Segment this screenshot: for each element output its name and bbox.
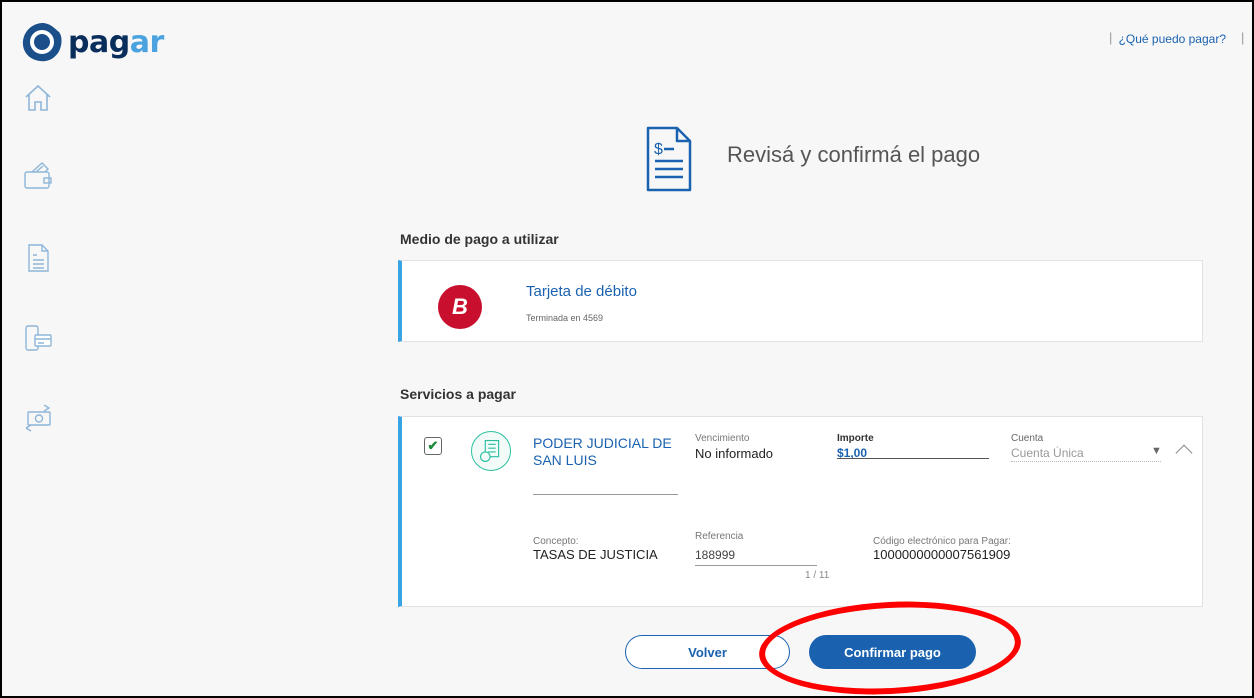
court-service-icon	[471, 431, 511, 471]
service-card: ✔ PODER JUDICIAL DE SAN LUIS Vencimiento…	[398, 416, 1203, 607]
amount-label: Importe	[837, 433, 874, 444]
home-icon[interactable]	[22, 82, 54, 114]
check-icon: ✔	[427, 438, 439, 453]
reference-input[interactable]: 188999	[695, 548, 735, 562]
page-title: Revisá y confirmá el pago	[727, 142, 981, 167]
debit-card-brand-logo: B	[438, 285, 482, 329]
invoice-icon: $	[646, 126, 692, 192]
svg-text:$: $	[654, 141, 663, 158]
account-select-underline	[1011, 461, 1161, 462]
back-button[interactable]: Volver	[625, 635, 790, 669]
header-separator-right: |	[1241, 30, 1245, 45]
invoice-icon[interactable]	[22, 242, 54, 274]
sidebar	[2, 72, 82, 672]
account-select[interactable]: Cuenta Única	[1011, 446, 1084, 460]
services-section-label: Servicios a pagar	[400, 386, 516, 402]
due-date-value: No informado	[695, 446, 774, 461]
confirm-payment-button[interactable]: Confirmar pago	[809, 635, 976, 669]
brand-logo[interactable]: pagar	[20, 20, 164, 64]
amount-input-underline	[837, 458, 989, 459]
chevron-up-icon[interactable]	[1175, 444, 1193, 462]
what-can-i-pay-link[interactable]: ¿Qué puedo pagar?	[1119, 32, 1226, 46]
concept-label: Concepto:	[533, 536, 579, 547]
service-name: PODER JUDICIAL DE SAN LUIS	[533, 435, 672, 468]
app-window: pagar | ¿Qué puedo pagar? | $ Revisá y c…	[0, 0, 1254, 698]
payment-method-title: Tarjeta de débito	[526, 283, 637, 300]
money-transfer-icon[interactable]	[22, 402, 54, 434]
concept-value: TASAS DE JUSTICIA	[533, 547, 658, 562]
payment-method-card[interactable]: B Tarjeta de débito Terminada en 4569	[398, 260, 1203, 342]
reference-char-counter: 1 / 11	[805, 570, 830, 581]
payment-code-label: Código electrónico para Pagar:	[873, 536, 1011, 547]
brand-wordmark: pagar	[68, 24, 164, 60]
service-select-checkbox[interactable]: ✔	[424, 437, 442, 455]
payment-method-subtitle: Terminada en 4569	[526, 313, 604, 323]
pagar-logo-icon	[22, 23, 62, 62]
service-name-divider	[533, 494, 678, 495]
payment-method-section-label: Medio de pago a utilizar	[400, 231, 559, 247]
account-label: Cuenta	[1011, 433, 1044, 444]
wallet-icon[interactable]	[22, 160, 54, 192]
reference-label: Referencia	[695, 531, 744, 542]
mobile-payment-icon[interactable]	[22, 322, 54, 354]
dropdown-caret-icon[interactable]: ▼	[1151, 445, 1162, 457]
reference-input-underline	[695, 565, 817, 566]
payment-code-value: 1000000000007561909	[873, 547, 1011, 562]
due-date-label: Vencimiento	[695, 433, 750, 444]
top-bar: pagar | ¿Qué puedo pagar? |	[2, 2, 1252, 72]
header-separator: |	[1109, 30, 1113, 45]
